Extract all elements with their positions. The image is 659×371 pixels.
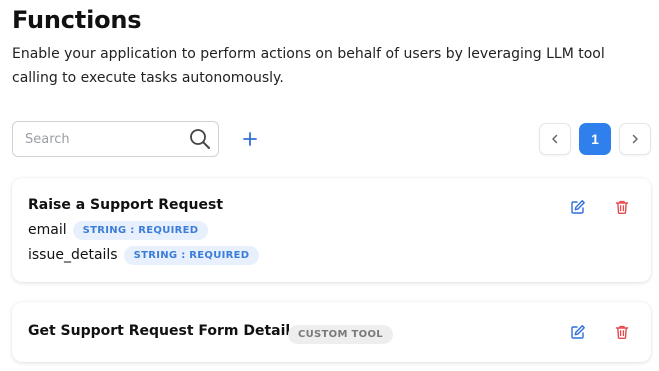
next-page-button[interactable] — [619, 123, 651, 155]
edit-function-button[interactable] — [568, 322, 588, 342]
search-input[interactable] — [13, 122, 185, 156]
edit-icon — [571, 200, 585, 214]
trash-icon — [615, 200, 629, 214]
param-name: email — [28, 222, 67, 238]
delete-function-button[interactable] — [612, 322, 632, 342]
function-name: Get Support Request Form Details — [28, 323, 299, 339]
edit-icon — [571, 325, 585, 339]
function-param: email STRING : REQUIRED — [28, 220, 209, 240]
delete-function-button[interactable] — [612, 197, 632, 217]
param-name: issue_details — [28, 247, 118, 263]
prev-page-button[interactable] — [539, 123, 571, 155]
functions-page: Functions Enable your application to per… — [0, 0, 659, 371]
search-box — [12, 121, 219, 157]
trash-icon — [615, 325, 629, 339]
edit-function-button[interactable] — [568, 197, 588, 217]
function-card: Raise a Support Request email STRING : R… — [12, 178, 651, 282]
function-name: Raise a Support Request — [28, 197, 224, 213]
add-function-button[interactable] — [238, 127, 262, 151]
page-description: Enable your application to perform actio… — [12, 46, 605, 86]
param-type-badge: STRING : REQUIRED — [72, 220, 209, 240]
param-type-badge: STRING : REQUIRED — [123, 245, 260, 265]
search-icon[interactable] — [188, 127, 212, 151]
chevron-right-icon — [632, 134, 638, 144]
function-card: Get Support Request Form Details CUSTOM … — [12, 302, 651, 362]
plus-icon — [243, 132, 257, 146]
page-title: Functions — [12, 6, 142, 34]
chevron-left-icon — [552, 134, 558, 144]
current-page-button[interactable]: 1 — [579, 123, 611, 155]
custom-tool-badge: CUSTOM TOOL — [288, 325, 393, 344]
function-param: issue_details STRING : REQUIRED — [28, 245, 260, 265]
